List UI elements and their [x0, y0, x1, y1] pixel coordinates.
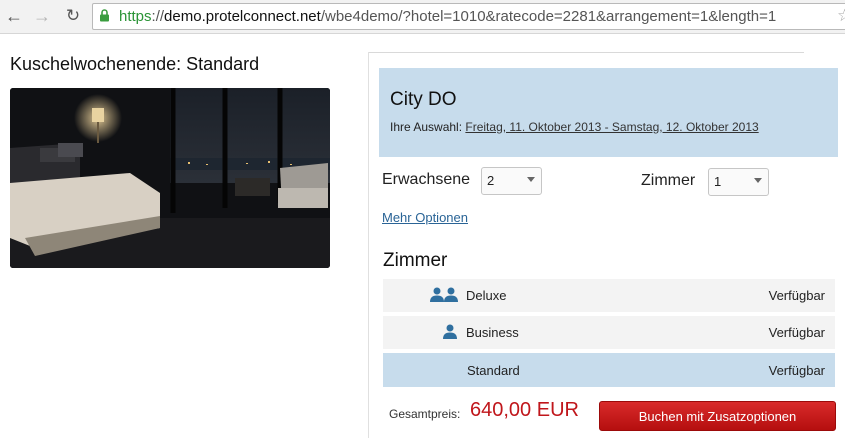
selection-text: Ihre Auswahl: Freitag, 11. Oktober 2013 … [390, 120, 759, 134]
forward-arrow-icon[interactable]: → [31, 6, 53, 26]
chevron-down-icon [754, 178, 762, 183]
more-options-link[interactable]: Mehr Optionen [382, 210, 468, 225]
hotel-summary-box: City DO Ihre Auswahl: Freitag, 11. Oktob… [379, 68, 838, 157]
url-separator: :// [151, 8, 165, 25]
room-availability: Verfügbar [768, 288, 825, 303]
rooms-heading: Zimmer [383, 250, 448, 271]
room-availability: Verfügbar [768, 325, 825, 340]
rooms-label: Zimmer [641, 172, 696, 189]
selection-label: Ihre Auswahl: [390, 120, 463, 134]
panel-left-border [368, 52, 369, 438]
url-text: https://demo.protelconnect.net/wbe4demo/… [119, 8, 776, 25]
adults-label: Erwachsene [382, 171, 471, 188]
url-host: demo.protelconnect.net [164, 8, 321, 25]
hotel-name: City DO [390, 89, 457, 110]
address-bar[interactable]: https://demo.protelconnect.net/wbe4demo/… [92, 3, 845, 30]
chevron-down-icon [527, 177, 535, 182]
room-row-standard[interactable]: Standard Verfügbar [383, 353, 835, 387]
url-path: /wbe4demo/?hotel=1010&ratecode=2281&arra… [320, 8, 777, 25]
url-scheme: https [119, 8, 152, 25]
selection-dates-link[interactable]: Freitag, 11. Oktober 2013 - Samstag, 12.… [465, 120, 758, 134]
room-photo [10, 88, 330, 268]
room-photo-image [10, 88, 330, 268]
offer-title: Kuschelwochenende: Standard [10, 54, 260, 74]
rooms-value: 1 [714, 174, 722, 189]
room-availability: Verfügbar [768, 363, 825, 378]
reload-icon[interactable]: ↻ [62, 6, 84, 26]
total-price-label: Gesamtpreis: [389, 407, 461, 421]
room-row-deluxe[interactable]: Deluxe Verfügbar [383, 279, 835, 312]
book-with-extras-button[interactable]: Buchen mit Zusatzoptionen [599, 401, 836, 431]
room-row-business[interactable]: Business Verfügbar [383, 316, 835, 349]
adults-value: 2 [487, 173, 495, 188]
two-persons-icon [430, 287, 458, 302]
person-icon [443, 324, 457, 339]
back-arrow-icon[interactable]: ← [3, 6, 25, 26]
total-price: 640,00 EUR [470, 399, 579, 421]
adults-select[interactable]: 2 [481, 167, 542, 195]
bookmark-star-icon[interactable]: ☆ [837, 6, 845, 26]
room-name: Business [466, 325, 519, 340]
panel-top-border [368, 52, 804, 53]
room-name: Standard [467, 363, 520, 378]
rooms-select[interactable]: 1 [708, 168, 769, 196]
lock-icon [100, 9, 109, 22]
browser-toolbar: ← → ↻ https://demo.protelconnect.net/wbe… [0, 0, 845, 34]
room-name: Deluxe [466, 288, 507, 303]
